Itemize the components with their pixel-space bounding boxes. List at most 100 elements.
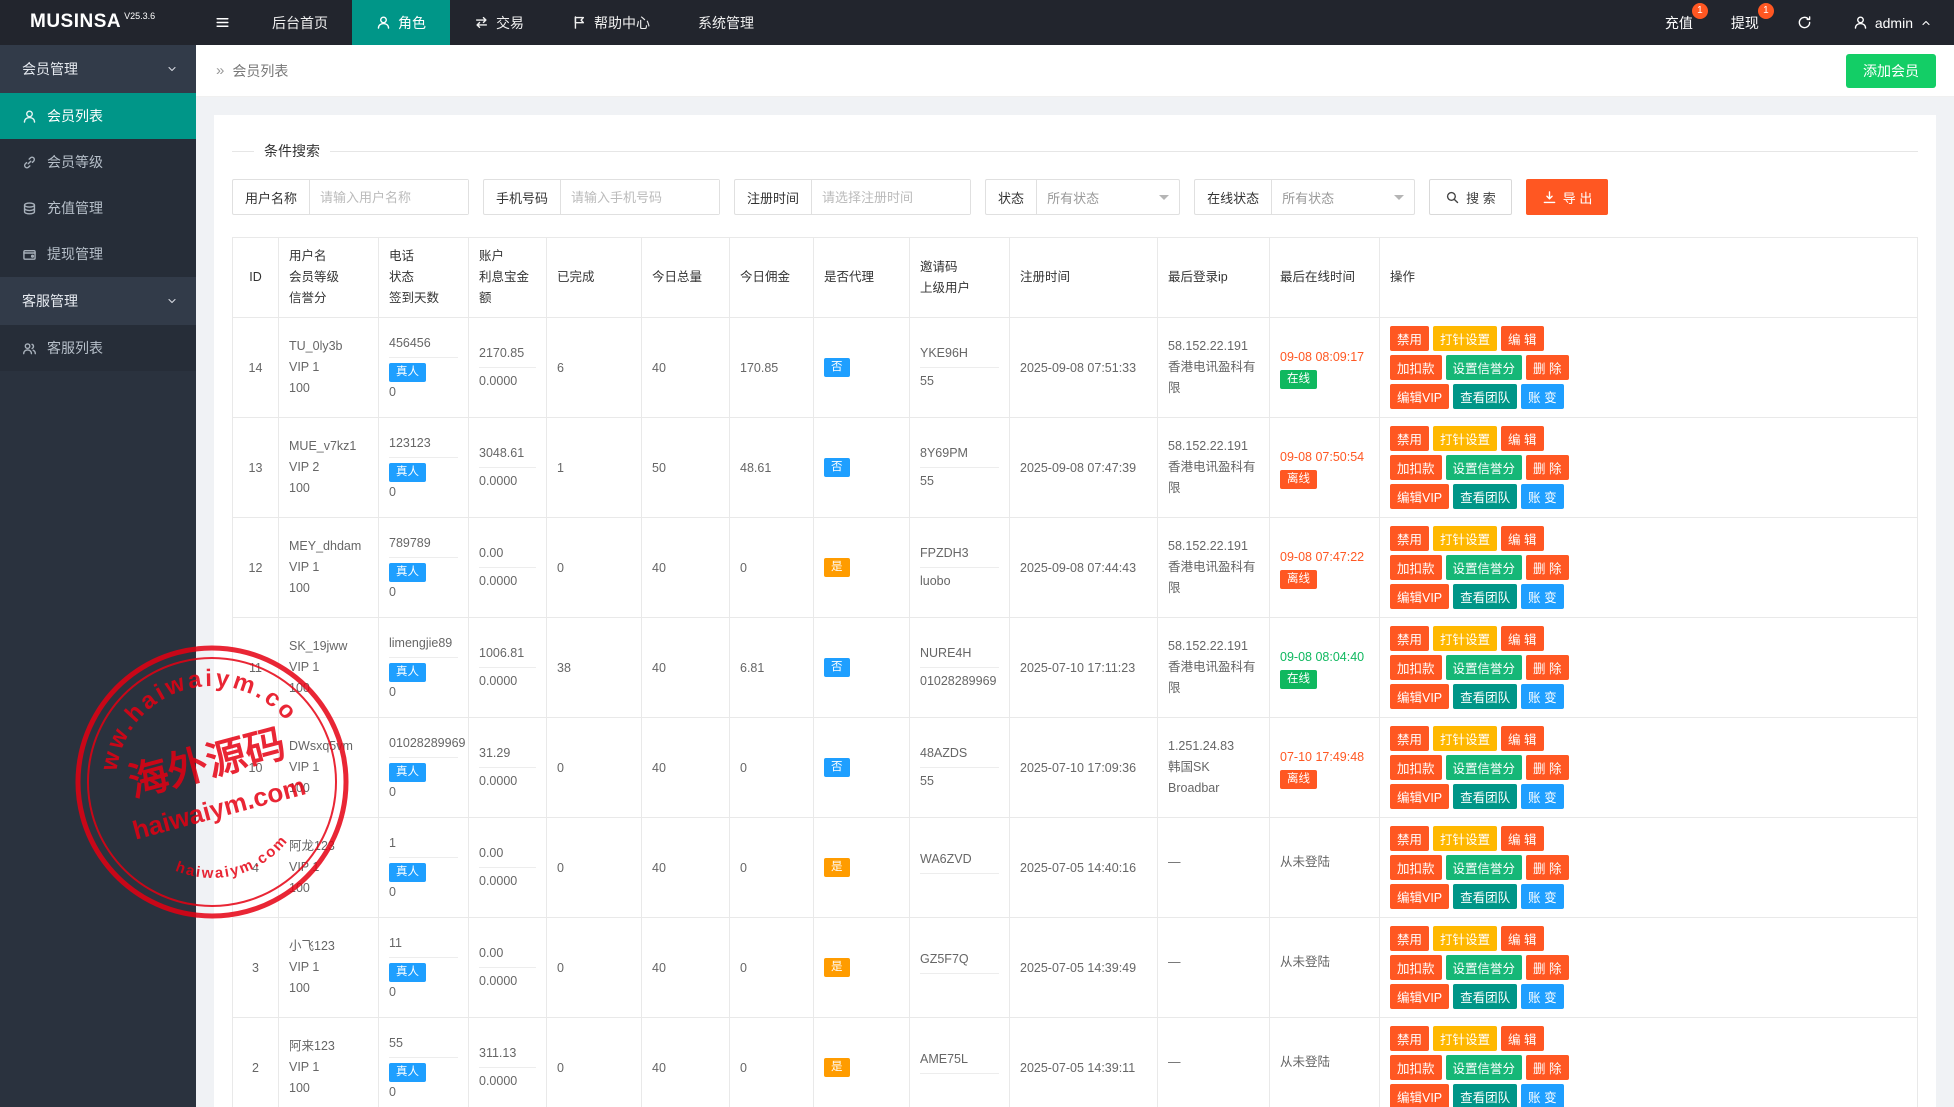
action-delete-button[interactable]: 删 除 [1526, 455, 1568, 480]
action-set-credit-button[interactable]: 设置信誉分 [1446, 1055, 1523, 1080]
action-inject-setting-button[interactable]: 打针设置 [1433, 526, 1497, 551]
status-select[interactable]: 所有状态 [1037, 180, 1179, 214]
action-inject-setting-button[interactable]: 打针设置 [1433, 926, 1497, 951]
sidebar-group-service-management[interactable]: 客服管理 [0, 277, 196, 325]
action-view-team-button[interactable]: 查看团队 [1453, 784, 1517, 809]
nav-item-help-center[interactable]: 帮助中心 [548, 0, 674, 45]
action-adjust-funds-button[interactable]: 加扣款 [1390, 855, 1442, 880]
admin-menu[interactable]: admin [1831, 0, 1954, 45]
action-edit-button[interactable]: 编 辑 [1501, 726, 1543, 751]
search-fieldset: 条件搜索 [232, 141, 1918, 161]
action-inject-setting-button[interactable]: 打针设置 [1433, 1026, 1497, 1051]
action-account-change-button[interactable]: 账 变 [1521, 884, 1563, 909]
action-edit-button[interactable]: 编 辑 [1501, 526, 1543, 551]
sidebar-toggle-button[interactable] [196, 0, 248, 45]
action-view-team-button[interactable]: 查看团队 [1453, 884, 1517, 909]
action-edit-vip-button[interactable]: 编辑VIP [1390, 884, 1449, 909]
action-edit-vip-button[interactable]: 编辑VIP [1390, 384, 1449, 409]
action-edit-button[interactable]: 编 辑 [1501, 1026, 1543, 1051]
action-set-credit-button[interactable]: 设置信誉分 [1446, 355, 1523, 380]
action-set-credit-button[interactable]: 设置信誉分 [1446, 855, 1523, 880]
action-adjust-funds-button[interactable]: 加扣款 [1390, 755, 1442, 780]
action-edit-button[interactable]: 编 辑 [1501, 326, 1543, 351]
sidebar-item-service-list[interactable]: 客服列表 [0, 325, 196, 371]
action-adjust-funds-button[interactable]: 加扣款 [1390, 355, 1442, 380]
action-edit-vip-button[interactable]: 编辑VIP [1390, 1084, 1449, 1107]
action-account-change-button[interactable]: 账 变 [1521, 684, 1563, 709]
username-input[interactable] [310, 180, 468, 214]
sidebar-item-recharge-management[interactable]: 充值管理 [0, 185, 196, 231]
action-view-team-button[interactable]: 查看团队 [1453, 584, 1517, 609]
action-edit-vip-button[interactable]: 编辑VIP [1390, 684, 1449, 709]
action-edit-button[interactable]: 编 辑 [1501, 426, 1543, 451]
action-account-change-button[interactable]: 账 变 [1521, 1084, 1563, 1107]
action-adjust-funds-button[interactable]: 加扣款 [1390, 555, 1442, 580]
action-disable-button[interactable]: 禁用 [1390, 1026, 1429, 1051]
action-set-credit-button[interactable]: 设置信誉分 [1446, 655, 1523, 680]
action-edit-vip-button[interactable]: 编辑VIP [1390, 984, 1449, 1009]
action-delete-button[interactable]: 删 除 [1526, 755, 1568, 780]
action-set-credit-button[interactable]: 设置信誉分 [1446, 555, 1523, 580]
action-view-team-button[interactable]: 查看团队 [1453, 484, 1517, 509]
action-disable-button[interactable]: 禁用 [1390, 526, 1429, 551]
action-disable-button[interactable]: 禁用 [1390, 726, 1429, 751]
action-edit-vip-button[interactable]: 编辑VIP [1390, 584, 1449, 609]
phone-input[interactable] [561, 180, 719, 214]
action-delete-button[interactable]: 删 除 [1526, 655, 1568, 680]
action-edit-button[interactable]: 编 辑 [1501, 826, 1543, 851]
refresh-button[interactable] [1778, 0, 1831, 45]
action-view-team-button[interactable]: 查看团队 [1453, 984, 1517, 1009]
nav-item-trade[interactable]: 交易 [450, 0, 548, 45]
action-disable-button[interactable]: 禁用 [1390, 926, 1429, 951]
action-account-change-button[interactable]: 账 变 [1521, 484, 1563, 509]
action-delete-button[interactable]: 删 除 [1526, 1055, 1568, 1080]
regtime-input[interactable] [812, 180, 970, 214]
action-set-credit-button[interactable]: 设置信誉分 [1446, 955, 1523, 980]
action-delete-button[interactable]: 删 除 [1526, 355, 1568, 380]
recharge-nav-button[interactable]: 充值 1 [1646, 0, 1712, 45]
action-edit-vip-button[interactable]: 编辑VIP [1390, 784, 1449, 809]
action-disable-button[interactable]: 禁用 [1390, 826, 1429, 851]
action-edit-button[interactable]: 编 辑 [1501, 926, 1543, 951]
action-disable-button[interactable]: 禁用 [1390, 426, 1429, 451]
action-disable-button[interactable]: 禁用 [1390, 626, 1429, 651]
action-adjust-funds-button[interactable]: 加扣款 [1390, 455, 1442, 480]
action-inject-setting-button[interactable]: 打针设置 [1433, 426, 1497, 451]
action-adjust-funds-button[interactable]: 加扣款 [1390, 655, 1442, 680]
action-adjust-funds-button[interactable]: 加扣款 [1390, 1055, 1442, 1080]
table-row: 14 TU_0ly3b VIP 1 100 456456 真人 0 2170.8… [233, 318, 1918, 418]
withdraw-nav-button[interactable]: 提现 1 [1712, 0, 1778, 45]
action-set-credit-button[interactable]: 设置信誉分 [1446, 455, 1523, 480]
nav-item-dashboard[interactable]: 后台首页 [248, 0, 352, 45]
export-button[interactable]: 导 出 [1526, 179, 1609, 215]
action-delete-button[interactable]: 删 除 [1526, 855, 1568, 880]
search-button[interactable]: 搜 索 [1429, 179, 1512, 215]
action-adjust-funds-button[interactable]: 加扣款 [1390, 955, 1442, 980]
action-inject-setting-button[interactable]: 打针设置 [1433, 826, 1497, 851]
sidebar-item-withdraw-management[interactable]: 提现管理 [0, 231, 196, 277]
action-set-credit-button[interactable]: 设置信誉分 [1446, 755, 1523, 780]
action-account-change-button[interactable]: 账 变 [1521, 984, 1563, 1009]
add-member-button[interactable]: 添加会员 [1846, 54, 1936, 88]
action-delete-button[interactable]: 删 除 [1526, 955, 1568, 980]
sidebar-item-member-list[interactable]: 会员列表 [0, 93, 196, 139]
action-inject-setting-button[interactable]: 打针设置 [1433, 626, 1497, 651]
nav-item-system-management[interactable]: 系统管理 [674, 0, 778, 45]
nav-item-role[interactable]: 角色 [352, 0, 450, 45]
action-account-change-button[interactable]: 账 变 [1521, 384, 1563, 409]
cell-actions: 禁用打针设置编 辑加扣款设置信誉分删 除编辑VIP查看团队账 变 [1380, 718, 1918, 818]
sidebar-group-member-management[interactable]: 会员管理 [0, 45, 196, 93]
action-edit-button[interactable]: 编 辑 [1501, 626, 1543, 651]
action-account-change-button[interactable]: 账 变 [1521, 584, 1563, 609]
action-view-team-button[interactable]: 查看团队 [1453, 1084, 1517, 1107]
action-delete-button[interactable]: 删 除 [1526, 555, 1568, 580]
action-inject-setting-button[interactable]: 打针设置 [1433, 326, 1497, 351]
online-status-select[interactable]: 所有状态 [1272, 180, 1414, 214]
action-edit-vip-button[interactable]: 编辑VIP [1390, 484, 1449, 509]
action-account-change-button[interactable]: 账 变 [1521, 784, 1563, 809]
action-view-team-button[interactable]: 查看团队 [1453, 384, 1517, 409]
action-inject-setting-button[interactable]: 打针设置 [1433, 726, 1497, 751]
sidebar-item-member-level[interactable]: 会员等级 [0, 139, 196, 185]
action-disable-button[interactable]: 禁用 [1390, 326, 1429, 351]
action-view-team-button[interactable]: 查看团队 [1453, 684, 1517, 709]
